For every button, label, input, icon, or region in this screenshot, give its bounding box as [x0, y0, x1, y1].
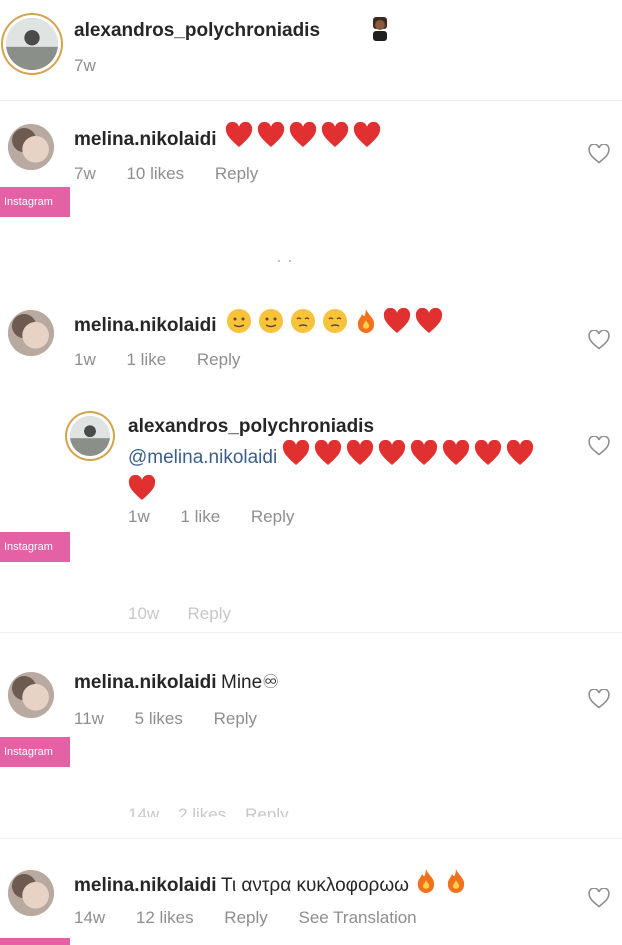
section-divider [0, 838, 622, 839]
post-author-avatar[interactable] [6, 18, 58, 70]
comment-username[interactable]: melina.nikolaidi [74, 315, 217, 336]
comment-time: 7w [74, 164, 96, 183]
red-heart-emoji [383, 308, 411, 333]
red-heart-emoji [415, 308, 443, 333]
reply-button[interactable]: Reply [251, 507, 294, 526]
comment-time: 11w [74, 709, 104, 728]
face-emoji [227, 309, 251, 333]
post-author-username[interactable]: alexandros_polychroniadis [74, 20, 320, 42]
heart-outline-icon[interactable] [588, 689, 610, 709]
reply-mention[interactable]: @melina.nikolaidi [128, 447, 277, 468]
comment-likes[interactable]: 5 likes [135, 709, 183, 728]
face-emoji [323, 309, 347, 333]
comment-username[interactable]: melina.nikolaidi [74, 672, 217, 693]
comment-time: 1w [74, 350, 96, 369]
instagram-watermark: Instagram [0, 187, 70, 217]
reply-button[interactable]: Reply [215, 164, 258, 183]
comment-1: melina.nikolaidi [74, 122, 385, 151]
heart-outline-icon[interactable] [588, 330, 610, 350]
section-divider [0, 632, 622, 633]
reply-text: @melina.nikolaidi [128, 440, 548, 510]
fire-emoji [357, 309, 375, 333]
comment-text: Mine♾ [221, 672, 280, 693]
comment-username[interactable]: melina.nikolaidi [74, 875, 217, 896]
comment-meta: 1w 1 like Reply [74, 350, 266, 370]
instagram-watermark: Instagram [0, 532, 70, 562]
comment-likes[interactable]: 1 like [180, 507, 220, 526]
commenter-avatar[interactable] [8, 124, 54, 170]
cut-off-meta-row: 14w 2 likes Reply [128, 805, 289, 817]
instagram-watermark: Instagram [0, 737, 70, 767]
reply-button[interactable]: Reply [214, 709, 257, 728]
see-translation-button[interactable]: See Translation [299, 908, 417, 927]
face-emoji [291, 309, 315, 333]
commenter-avatar[interactable] [8, 870, 54, 916]
reply-button[interactable]: Reply [224, 908, 267, 927]
comment-time: 1w [128, 507, 150, 526]
comment-meta: 11w 5 likes Reply [74, 709, 283, 729]
comment-4: melina.nikolaidi Mine♾ [74, 671, 279, 694]
cut-off-meta-row: 10w Reply [128, 604, 231, 623]
reply-button[interactable]: Reply [197, 350, 240, 369]
comment-likes[interactable]: 10 likes [126, 164, 184, 183]
face-emoji [259, 309, 283, 333]
comment-5: melina.nikolaidi Τι αντρα κυκλοφορωω [74, 868, 473, 897]
commenter-avatar[interactable] [8, 672, 54, 718]
comment-meta: 7w 10 likes Reply [74, 164, 284, 184]
comment-username[interactable]: melina.nikolaidi [74, 129, 217, 150]
emoji-group [225, 308, 447, 335]
fire-emoji-group [413, 869, 473, 895]
person-emoji [370, 16, 390, 48]
instagram-watermark-partial [0, 938, 70, 945]
comment-likes[interactable]: 12 likes [136, 908, 194, 927]
comment-likes[interactable]: 1 like [126, 350, 166, 369]
separator-dots: · · [276, 250, 293, 270]
post-time: 7w [74, 56, 96, 75]
comment-text: Τι αντρα κυκλοφορωω [221, 875, 409, 896]
reply-username[interactable]: alexandros_polychroniadis [128, 416, 374, 438]
comment-2: melina.nikolaidi [74, 308, 447, 337]
heart-outline-icon[interactable] [588, 144, 610, 164]
heart-outline-icon[interactable] [588, 436, 610, 456]
red-heart-emoji-group [225, 122, 385, 149]
reply-author-avatar[interactable] [70, 416, 110, 456]
header-divider [0, 100, 622, 101]
reply-meta: 1w 1 like Reply [128, 507, 320, 527]
heart-outline-icon[interactable] [588, 888, 610, 908]
comment-meta: 14w 12 likes Reply See Translation [74, 908, 443, 928]
commenter-avatar[interactable] [8, 310, 54, 356]
comment-time: 14w [74, 908, 106, 927]
